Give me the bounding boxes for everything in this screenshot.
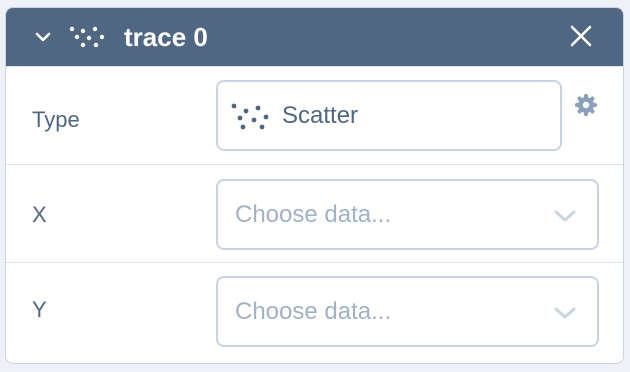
y-placeholder: Choose data... [235,298,392,325]
x-label: X [32,202,47,227]
close-icon[interactable] [569,24,593,48]
type-label: Type [32,107,80,132]
chevron-down-icon [554,307,576,319]
x-data-dropdown[interactable]: Choose data... [216,179,599,250]
trace-title: trace 0 [124,22,208,52]
x-placeholder: Choose data... [235,201,392,228]
scatter-icon [231,103,269,130]
y-label: Y [32,297,47,322]
trace-panel: trace 0 Type Scatter X Choose data... Y … [5,7,624,364]
type-row: Type Scatter [6,66,623,164]
chevron-down-icon [554,210,576,222]
type-value: Scatter [282,102,359,129]
scatter-icon [69,26,105,48]
type-selector[interactable]: Scatter [216,80,562,151]
x-row: X Choose data... [6,164,623,262]
chevron-down-icon[interactable] [35,29,51,45]
y-data-dropdown[interactable]: Choose data... [216,276,599,347]
gear-icon[interactable] [574,93,598,117]
y-row: Y Choose data... [6,262,623,360]
trace-header[interactable]: trace 0 [6,8,623,66]
